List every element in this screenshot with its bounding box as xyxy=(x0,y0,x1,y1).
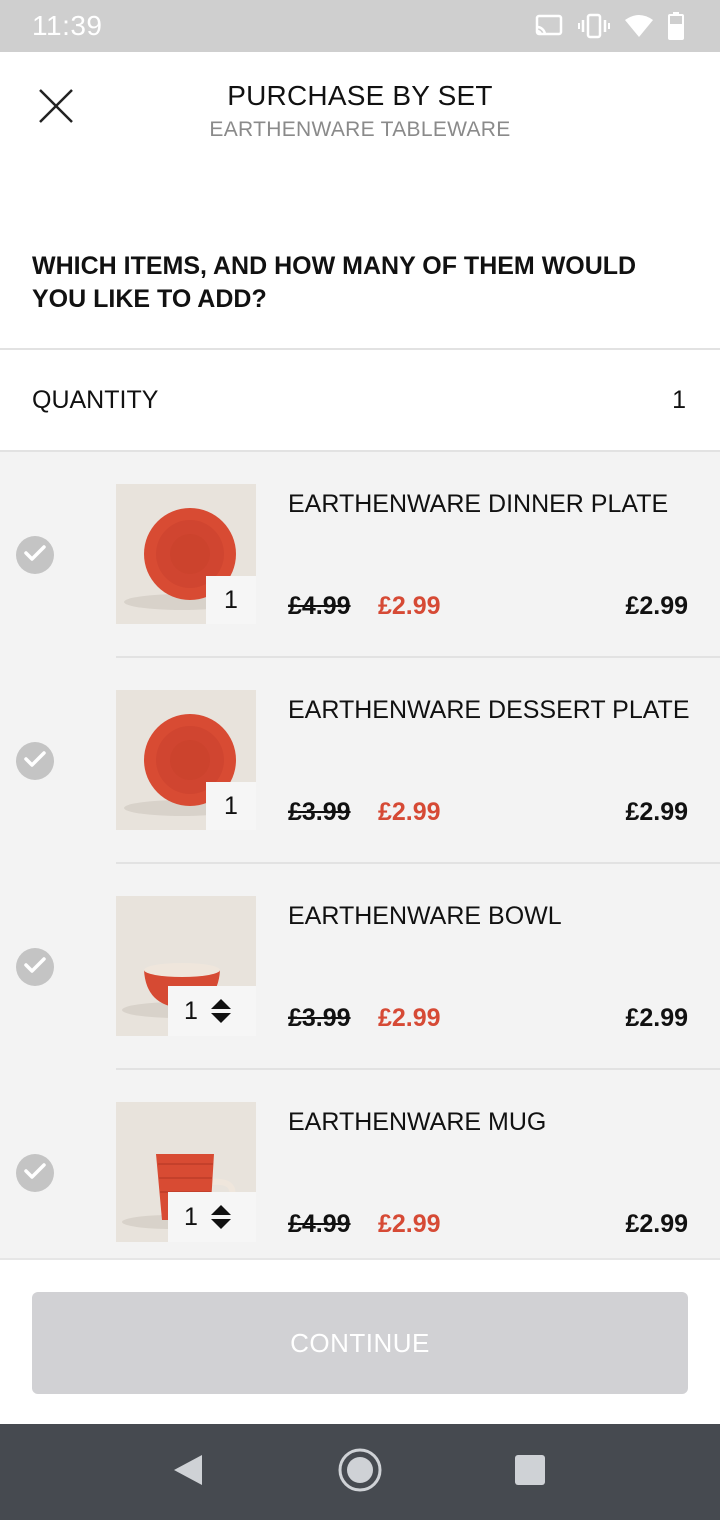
recents-button[interactable] xyxy=(506,1448,554,1496)
check-icon xyxy=(24,750,46,773)
item-quantity: 1 xyxy=(206,782,256,830)
vibrate-icon xyxy=(578,13,610,39)
list-item[interactable]: 1 EARTHENWARE MUG £4.99 £2.99 £2.99 xyxy=(0,1070,720,1258)
cast-icon xyxy=(534,13,564,39)
battery-icon xyxy=(668,12,684,40)
status-bar: 11:39 xyxy=(0,0,720,52)
sort-arrows-icon xyxy=(210,1204,232,1230)
home-circle-icon xyxy=(337,1447,383,1498)
item-sale-price: £2.99 xyxy=(378,592,441,620)
item-sale-price: £2.99 xyxy=(378,1004,441,1032)
item-old-price: £4.99 xyxy=(288,592,351,620)
list-item[interactable]: 1 EARTHENWARE BOWL £3.99 £2.99 £2.99 xyxy=(0,864,720,1070)
page-subtitle: EARTHENWARE TABLEWARE xyxy=(209,118,511,141)
product-image: 1 xyxy=(116,896,256,1036)
recents-square-icon xyxy=(514,1454,546,1491)
quantity-label: QUANTITY xyxy=(32,386,159,414)
header: PURCHASE BY SET EARTHENWARE TABLEWARE xyxy=(0,52,720,192)
quantity-stepper[interactable]: 1 xyxy=(168,1192,256,1242)
item-checkbox[interactable] xyxy=(16,742,54,780)
navigation-bar xyxy=(0,1424,720,1520)
page-title: PURCHASE BY SET xyxy=(227,80,493,111)
item-total-price: £2.99 xyxy=(625,1004,688,1032)
item-name: EARTHENWARE MUG xyxy=(288,1108,547,1136)
status-icons xyxy=(534,12,684,40)
item-total-price: £2.99 xyxy=(625,798,688,826)
item-total-price: £2.99 xyxy=(625,1210,688,1238)
question-heading: WHICH ITEMS, AND HOW MANY OF THEM WOULD … xyxy=(32,252,637,313)
product-image: 1 xyxy=(116,484,256,624)
quantity-row[interactable]: QUANTITY 1 xyxy=(0,350,720,450)
back-triangle-icon xyxy=(172,1453,204,1492)
item-quantity: 1 xyxy=(206,576,256,624)
product-image: 1 xyxy=(116,690,256,830)
item-name: EARTHENWARE DINNER PLATE xyxy=(288,490,669,518)
item-sale-price: £2.99 xyxy=(378,798,441,826)
check-icon xyxy=(24,1162,46,1185)
item-checkbox[interactable] xyxy=(16,536,54,574)
item-name: EARTHENWARE BOWL xyxy=(288,902,562,930)
item-total-price: £2.99 xyxy=(625,592,688,620)
item-name: EARTHENWARE DESSERT PLATE xyxy=(288,696,690,724)
sort-arrows-icon xyxy=(210,998,232,1024)
continue-button[interactable]: CONTINUE xyxy=(32,1292,688,1394)
product-image: 1 xyxy=(116,1102,256,1242)
item-old-price: £4.99 xyxy=(288,1210,351,1238)
quantity-value[interactable]: 1 xyxy=(672,386,686,415)
back-button[interactable] xyxy=(164,1448,212,1496)
item-sale-price: £2.99 xyxy=(378,1210,441,1238)
item-quantity: 1 xyxy=(184,996,198,1025)
quantity-stepper[interactable]: 1 xyxy=(168,986,256,1036)
home-button[interactable] xyxy=(336,1448,384,1496)
items-list[interactable]: 1 EARTHENWARE DINNER PLATE £4.99 £2.99 £… xyxy=(0,452,720,1258)
wifi-icon xyxy=(624,14,654,38)
check-icon xyxy=(24,956,46,979)
item-old-price: £3.99 xyxy=(288,1004,351,1032)
item-checkbox[interactable] xyxy=(16,1154,54,1192)
item-checkbox[interactable] xyxy=(16,948,54,986)
item-quantity: 1 xyxy=(184,1202,198,1231)
footer: CONTINUE xyxy=(0,1258,720,1424)
check-icon xyxy=(24,544,46,567)
list-item[interactable]: 1 EARTHENWARE DINNER PLATE £4.99 £2.99 £… xyxy=(0,452,720,658)
list-item[interactable]: 1 EARTHENWARE DESSERT PLATE £3.99 £2.99 … xyxy=(0,658,720,864)
status-time: 11:39 xyxy=(32,10,103,41)
item-old-price: £3.99 xyxy=(288,798,351,826)
